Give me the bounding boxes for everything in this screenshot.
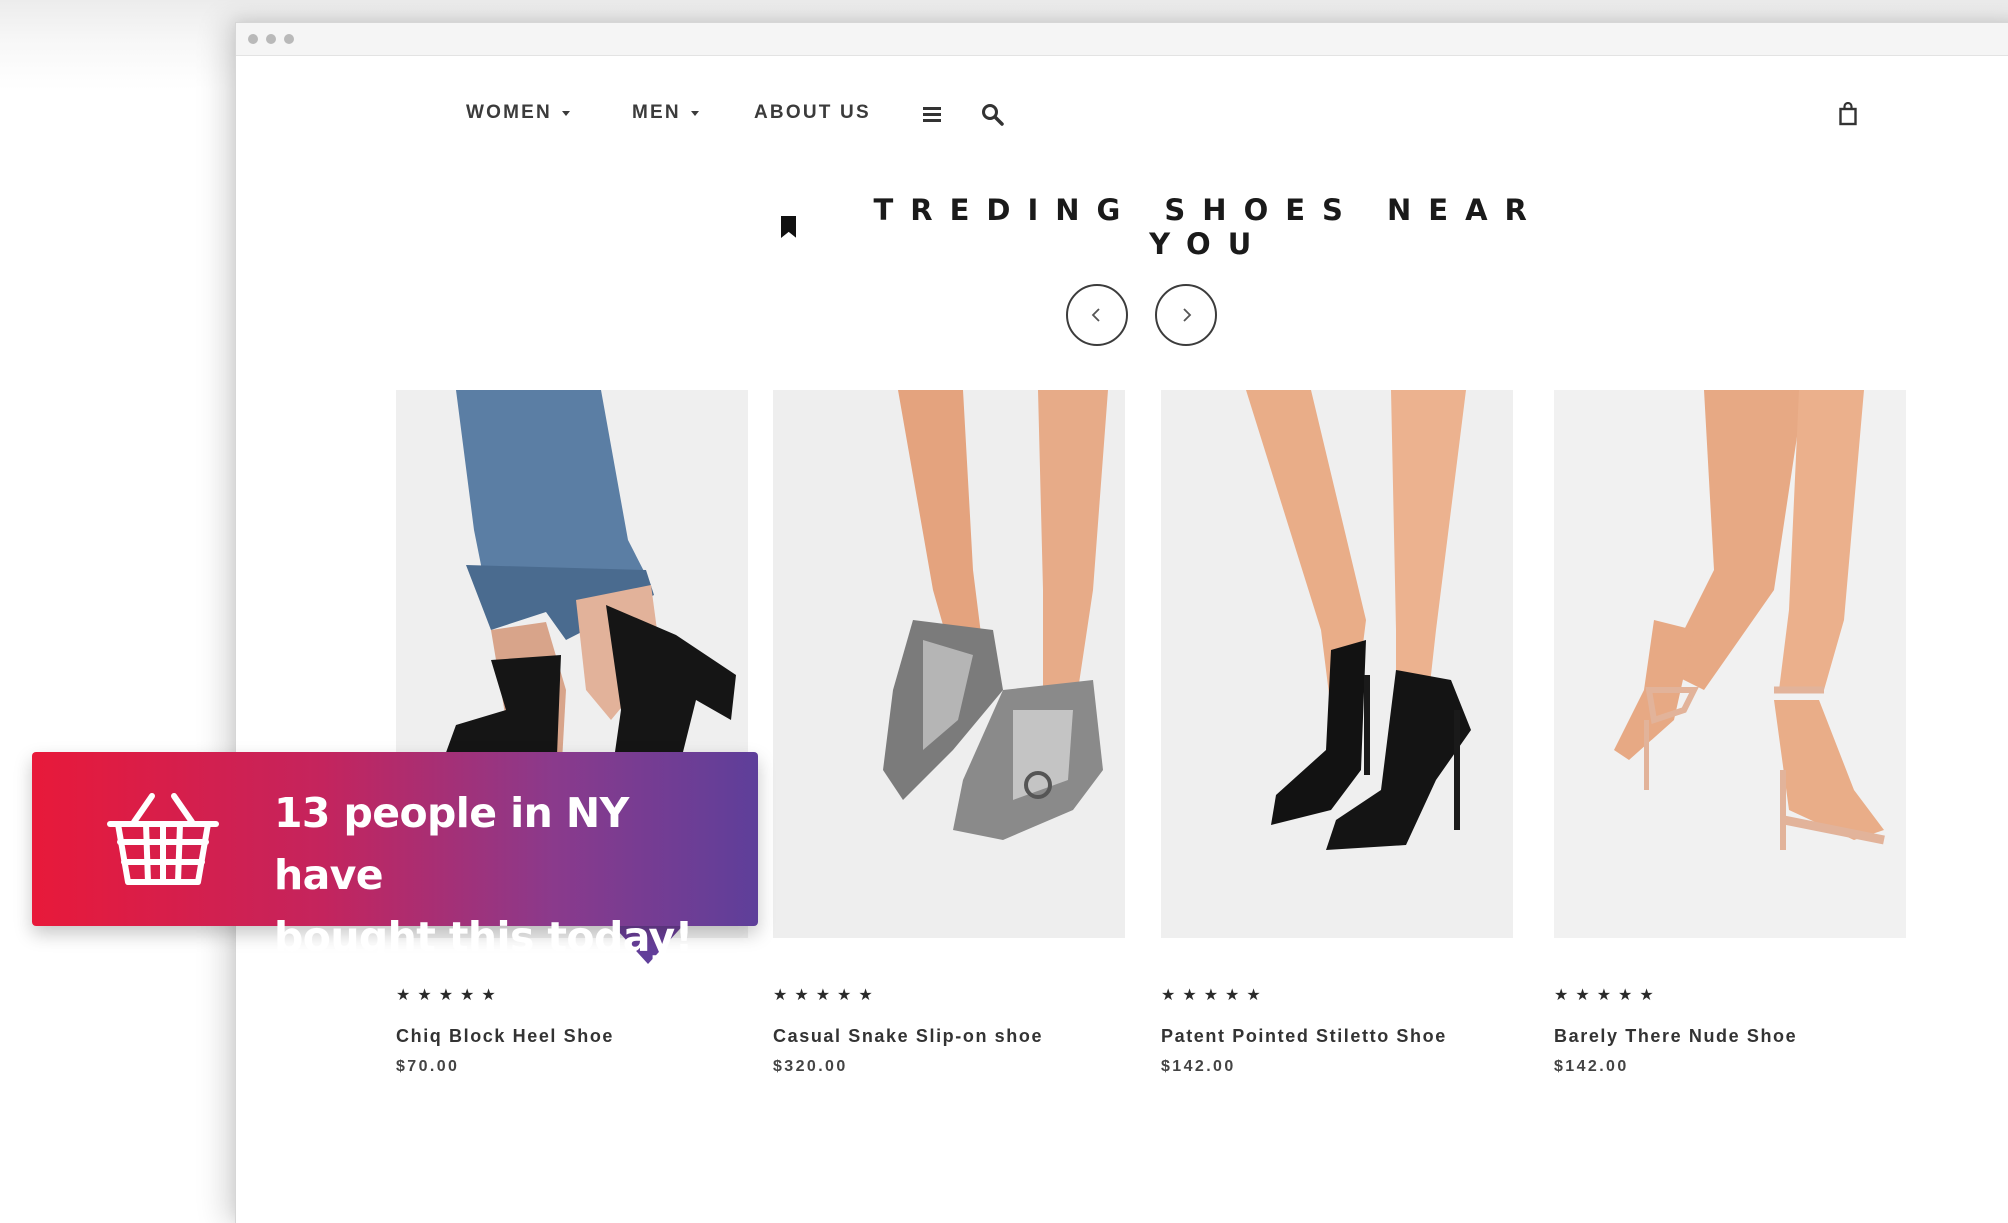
bookmark-icon [781, 216, 797, 238]
nav-about-us[interactable]: ABOUT US [754, 102, 871, 124]
window-dot-minimize[interactable] [266, 34, 276, 44]
rating-stars: ★★★★★ [396, 987, 503, 1004]
product-name[interactable]: Chiq Block Heel Shoe [396, 1026, 614, 1047]
carousel-next-button[interactable] [1155, 284, 1217, 346]
chevron-left-icon [1091, 308, 1100, 322]
section-title-text: TREDING SHOES NEAR YOU [873, 193, 1544, 261]
product-image[interactable] [1554, 390, 1906, 938]
caret-down-icon [561, 110, 570, 116]
social-proof-toast[interactable]: 13 people in NY have bought this today! [32, 752, 758, 961]
product-price: $320.00 [773, 1058, 848, 1075]
product-price: $142.00 [1161, 1058, 1236, 1075]
product-image[interactable] [1161, 390, 1513, 938]
chevron-right-icon [1183, 308, 1192, 322]
rating-stars: ★★★★★ [1554, 987, 1661, 1004]
rating-stars: ★★★★★ [773, 987, 880, 1004]
product-card[interactable]: ★★★★★ Barely There Nude Shoe $142.00 [1554, 390, 1906, 1075]
nav-about-us-label: ABOUT US [754, 102, 871, 123]
shopping-bag-icon[interactable] [1838, 101, 1858, 131]
menu-icon[interactable] [922, 105, 942, 128]
browser-titlebar [236, 23, 2008, 56]
shopping-basket-icon [104, 790, 222, 895]
caret-down-icon [690, 110, 699, 116]
nav-women-label: WOMEN [466, 102, 552, 123]
nav-women[interactable]: WOMEN [466, 102, 570, 124]
product-name[interactable]: Patent Pointed Stiletto Shoe [1161, 1026, 1447, 1047]
rating-stars: ★★★★★ [1161, 987, 1268, 1004]
product-card[interactable]: ★★★★★ Casual Snake Slip-on shoe $320.00 [773, 390, 1125, 1075]
search-icon[interactable] [981, 103, 1005, 132]
carousel-prev-button[interactable] [1066, 284, 1128, 346]
product-name[interactable]: Casual Snake Slip-on shoe [773, 1026, 1043, 1047]
product-card[interactable]: ★★★★★ Patent Pointed Stiletto Shoe $142.… [1161, 390, 1513, 1075]
window-dot-close[interactable] [248, 34, 258, 44]
product-image[interactable] [773, 390, 1125, 938]
toast-message: 13 people in NY have bought this today! [274, 782, 744, 968]
section-title: TREDING SHOES NEAR YOU [781, 193, 1601, 261]
browser-window: WOMEN MEN ABOUT US TREDING SHOES NEAR YO… [235, 22, 2008, 1223]
nav-men-label: MEN [632, 102, 681, 123]
product-price: $142.00 [1554, 1058, 1629, 1075]
toast-line-1: 13 people in NY have [274, 789, 629, 899]
window-dot-maximize[interactable] [284, 34, 294, 44]
nav-men[interactable]: MEN [632, 102, 699, 124]
product-name[interactable]: Barely There Nude Shoe [1554, 1026, 1797, 1047]
product-price: $70.00 [396, 1058, 460, 1075]
toast-line-2: bought this today! [274, 913, 693, 961]
